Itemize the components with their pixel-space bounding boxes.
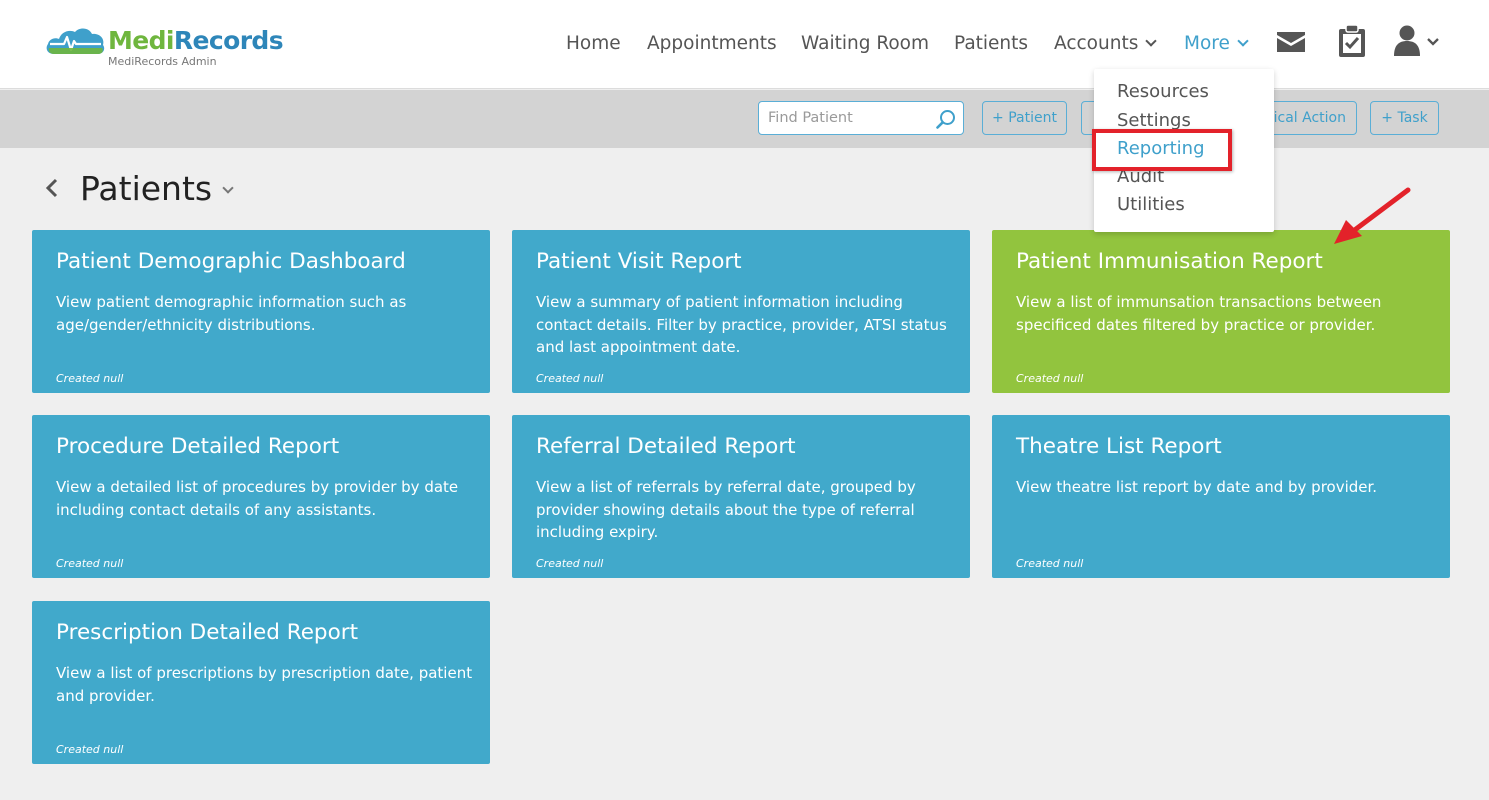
report-card-title: Procedure Detailed Report <box>56 434 340 459</box>
nav-more-label: More <box>1184 33 1230 54</box>
menu-item-reporting[interactable]: Reporting <box>1117 137 1205 161</box>
report-card-prescription-detailed[interactable]: Prescription Detailed Report View a list… <box>32 601 490 764</box>
search-icon[interactable] <box>935 108 957 130</box>
report-card-description: View a summary of patient information in… <box>536 293 947 356</box>
report-card-title: Patient Immunisation Report <box>1016 249 1323 274</box>
user-menu[interactable] <box>1393 24 1441 58</box>
report-card-description: View patient demographic information suc… <box>56 293 407 334</box>
report-card-created: Created null <box>56 372 124 385</box>
report-card-title: Patient Visit Report <box>536 249 742 274</box>
report-card-procedure-detailed[interactable]: Procedure Detailed Report View a detaile… <box>32 415 490 578</box>
menu-item-utilities[interactable]: Utilities <box>1117 193 1185 217</box>
report-card-created: Created null <box>56 557 124 570</box>
report-card-title: Prescription Detailed Report <box>56 620 358 645</box>
report-card-created: Created null <box>1016 372 1084 385</box>
report-card-title: Referral Detailed Report <box>536 434 796 459</box>
clipboard-check-icon[interactable] <box>1335 24 1369 58</box>
nav-accounts-label: Accounts <box>1054 33 1139 54</box>
chevron-down-icon <box>222 182 234 194</box>
report-card-patient-demographic[interactable]: Patient Demographic Dashboard View patie… <box>32 230 490 393</box>
report-card-title: Theatre List Report <box>1016 434 1222 459</box>
report-card-title: Patient Demographic Dashboard <box>56 249 406 274</box>
report-card-created: Created null <box>536 557 604 570</box>
report-card-created: Created null <box>1016 557 1084 570</box>
report-card-patient-visit[interactable]: Patient Visit Report View a summary of p… <box>512 230 970 393</box>
add-task-button[interactable]: + Task <box>1370 101 1439 135</box>
report-card-theatre-list[interactable]: Theatre List Report View theatre list re… <box>992 415 1450 578</box>
report-card-created: Created null <box>536 372 604 385</box>
chevron-down-icon <box>1145 35 1158 47</box>
find-patient-input[interactable] <box>759 102 929 134</box>
report-card-description: View a list of prescriptions by prescrip… <box>56 664 473 705</box>
report-card-description: View a detailed list of procedures by pr… <box>56 478 459 519</box>
nav-appointments[interactable]: Appointments <box>647 31 777 57</box>
find-patient-box <box>758 101 964 135</box>
nav-home[interactable]: Home <box>566 31 621 57</box>
report-card-patient-immunisation[interactable]: Patient Immunisation Report View a list … <box>992 230 1450 393</box>
report-card-referral-detailed[interactable]: Referral Detailed Report View a list of … <box>512 415 970 578</box>
menu-item-resources[interactable]: Resources <box>1117 80 1209 104</box>
user-icon <box>1394 25 1439 56</box>
menu-item-settings[interactable]: Settings <box>1117 109 1191 133</box>
add-patient-button[interactable]: + Patient <box>982 101 1067 135</box>
more-dropdown-menu: Resources Settings Reporting Audit Utili… <box>1094 69 1274 232</box>
nav-more[interactable]: More <box>1184 31 1249 57</box>
report-card-created: Created null <box>56 743 124 756</box>
nav-waiting-room[interactable]: Waiting Room <box>801 31 929 57</box>
report-card-description: View theatre list report by date and by … <box>1016 478 1378 496</box>
report-card-description: View a list of immunsation transactions … <box>1016 293 1382 334</box>
menu-item-audit[interactable]: Audit <box>1117 165 1164 189</box>
back-chevron-icon[interactable] <box>42 176 62 200</box>
report-card-description: View a list of referrals by referral dat… <box>536 478 916 541</box>
chevron-down-icon <box>1237 35 1249 47</box>
page-title[interactable]: Patients <box>80 168 234 210</box>
nav-accounts[interactable]: Accounts <box>1054 31 1158 57</box>
mail-icon[interactable] <box>1274 24 1308 58</box>
nav-patients[interactable]: Patients <box>954 31 1028 57</box>
page-title-label: Patients <box>80 169 213 208</box>
